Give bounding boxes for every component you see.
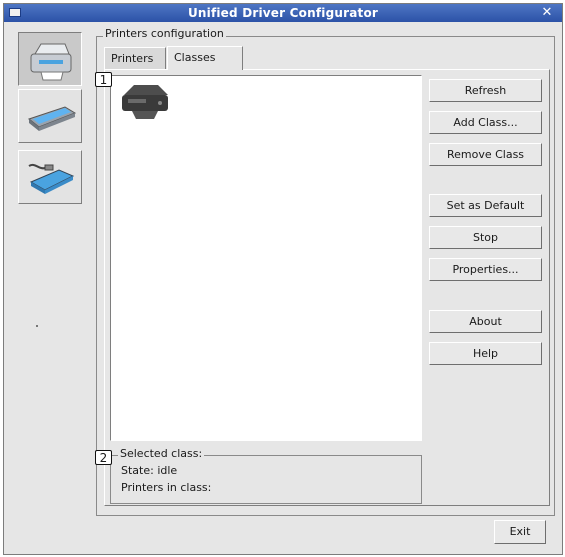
callout-2: 2	[95, 450, 112, 465]
properties-button[interactable]: Properties...	[429, 258, 542, 281]
exit-button[interactable]: Exit	[494, 520, 546, 544]
window-title: Unified Driver Configurator	[187, 6, 379, 20]
set-as-default-button[interactable]: Set as Default	[429, 194, 542, 217]
class-list[interactable]	[110, 75, 422, 441]
decorative-dot	[36, 325, 38, 327]
callout-1: 1	[95, 72, 112, 87]
scanner-icon	[27, 106, 77, 131]
sidebar-item-ports[interactable]	[18, 150, 82, 204]
selected-class-group	[110, 455, 422, 504]
title-bar[interactable]: Unified Driver Configurator ✕	[4, 4, 562, 22]
selected-class-printers: Printers in class:	[121, 481, 212, 494]
class-list-item[interactable]	[118, 81, 174, 124]
sidebar-item-printers[interactable]	[18, 32, 82, 86]
selected-class-title: Selected class:	[118, 447, 205, 460]
sidebar-item-scanners[interactable]	[18, 89, 82, 143]
refresh-button[interactable]: Refresh	[429, 79, 542, 102]
printer-class-icon	[122, 85, 168, 119]
selected-class-state: State: idle	[121, 464, 178, 477]
remove-class-button[interactable]: Remove Class	[429, 143, 542, 166]
tab-printers[interactable]: Printers	[104, 47, 166, 69]
port-icon	[28, 163, 75, 194]
help-button[interactable]: Help	[429, 342, 542, 365]
stop-button[interactable]: Stop	[429, 226, 542, 249]
about-button[interactable]: About	[429, 310, 542, 333]
close-icon[interactable]: ✕	[540, 5, 554, 21]
tab-classes[interactable]: Classes	[167, 46, 243, 70]
add-class-button[interactable]: Add Class...	[429, 111, 542, 134]
group-title: Printers configuration	[103, 27, 226, 40]
printer-icon	[30, 43, 72, 81]
